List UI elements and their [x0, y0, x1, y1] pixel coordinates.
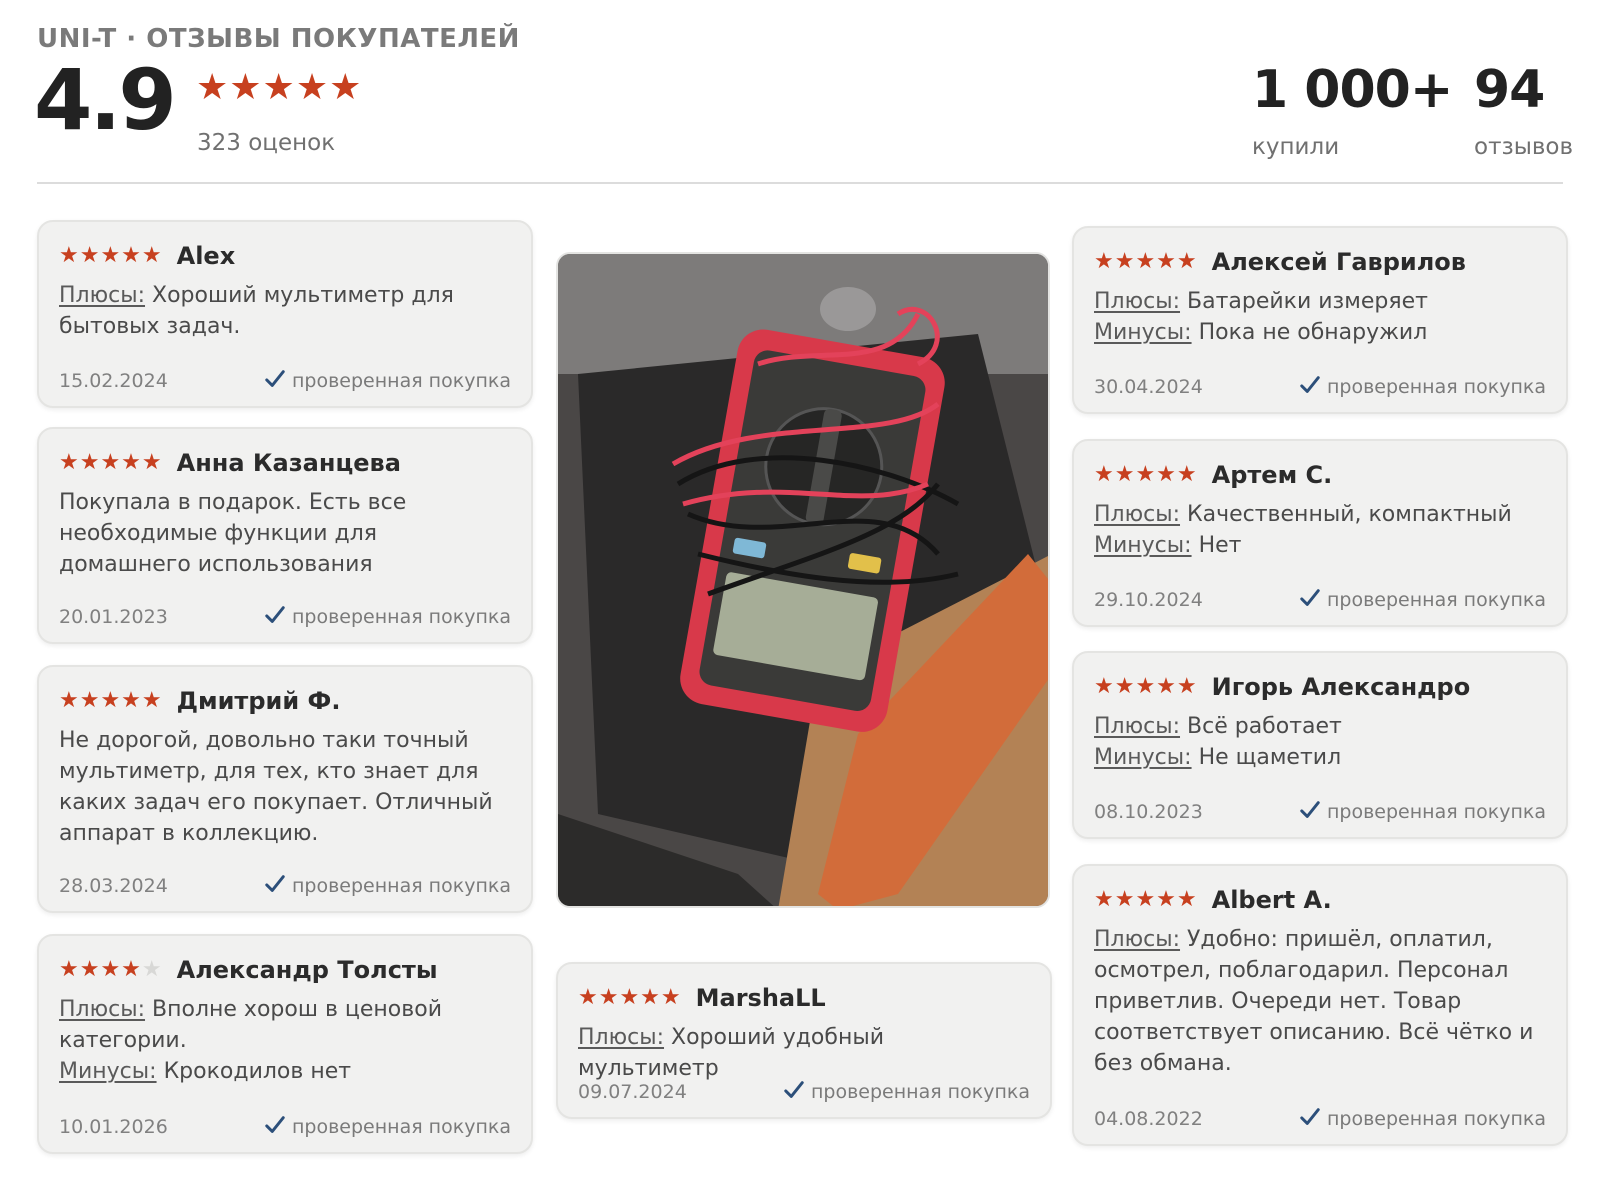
review-author: Albert A.: [1211, 886, 1332, 914]
review-pros: Всё работает: [1187, 714, 1342, 739]
pros-label: Плюсы:: [59, 283, 146, 308]
verified-label: проверенная покупка: [1326, 376, 1546, 398]
stars-off: ★: [141, 957, 163, 982]
review-card: ★★★★★ Игорь Александро Плюсы: Всё работа…: [1072, 651, 1568, 839]
review-card: ★★★★★ Анна Казанцева Покупала в подарок.…: [37, 427, 533, 644]
pros-label: Плюсы:: [1094, 927, 1181, 952]
review-card: ★★★★★ Алексей Гаврилов Плюсы: Батарейки …: [1072, 226, 1568, 414]
review-date: 20.01.2023: [59, 606, 168, 628]
review-date: 28.03.2024: [59, 875, 168, 897]
review-cons: Не щаметил: [1198, 745, 1342, 770]
verified-purchase: проверенная покупка: [1299, 374, 1546, 398]
review-stars: ★★★★★: [578, 985, 682, 1010]
review-card: ★★★★★ Дмитрий Ф. Не дорогой, довольно та…: [37, 665, 533, 913]
review-cons: Нет: [1198, 533, 1242, 558]
pros-label: Плюсы:: [59, 997, 146, 1022]
verified-purchase: проверенная покупка: [1299, 799, 1546, 823]
review-date: 08.10.2023: [1094, 801, 1203, 823]
review-date: 09.07.2024: [578, 1081, 687, 1103]
check-icon: [1300, 1108, 1320, 1125]
verified-label: проверенная покупка: [291, 1116, 511, 1138]
pros-label: Плюсы:: [1094, 502, 1181, 527]
cons-label: Минусы:: [1094, 745, 1192, 770]
verified-purchase: проверенная покупка: [1299, 587, 1546, 611]
ratings-count: 323 оценок: [197, 130, 336, 156]
verified-label: проверенная покупка: [291, 370, 511, 392]
review-date: 30.04.2024: [1094, 376, 1203, 398]
check-icon: [265, 370, 285, 387]
brand-title: UNI-T · ОТЗЫВЫ ПОКУПАТЕЛЕЙ: [37, 24, 520, 54]
verified-purchase: проверенная покупка: [264, 1114, 511, 1138]
review-date: 15.02.2024: [59, 370, 168, 392]
verified-purchase: проверенная покупка: [264, 873, 511, 897]
review-author: Александр Толсты: [176, 956, 438, 984]
review-author: Alex: [176, 242, 236, 270]
check-icon: [784, 1081, 804, 1098]
review-cons: Пока не обнаружил: [1198, 320, 1428, 345]
review-date: 04.08.2022: [1094, 1108, 1203, 1130]
cons-label: Минусы:: [59, 1059, 157, 1084]
review-author: Алексей Гаврилов: [1211, 248, 1466, 276]
check-icon: [1300, 589, 1320, 606]
check-icon: [265, 1116, 285, 1133]
stat-bought-label: купили: [1252, 134, 1340, 160]
review-card: ★★★★★ Albert A. Плюсы: Удобно: пришёл, о…: [1072, 864, 1568, 1146]
review-author: Игорь Александро: [1211, 673, 1471, 701]
review-author: Артем С.: [1211, 461, 1333, 489]
stat-bought-value: 1 000+: [1252, 60, 1453, 120]
review-stars: ★★★★★: [1094, 462, 1198, 487]
check-icon: [265, 875, 285, 892]
review-card: ★★★★★ Артем С. Плюсы: Качественный, комп…: [1072, 439, 1568, 627]
review-pros: Батарейки измеряет: [1187, 289, 1428, 314]
review-date: 10.01.2026: [59, 1116, 168, 1138]
photo-cap: [820, 287, 876, 331]
verified-purchase: проверенная покупка: [1299, 1106, 1546, 1130]
stars-on: ★★★★: [59, 957, 142, 982]
stat-reviews-label: отзывов: [1474, 134, 1574, 160]
review-stars: ★★★★★: [59, 959, 163, 981]
review-date: 29.10.2024: [1094, 589, 1203, 611]
review-stars: ★★★★★: [59, 243, 163, 268]
review-stars: ★★★★★: [59, 688, 163, 713]
header-divider: [37, 182, 1563, 184]
stat-reviews-value: 94: [1474, 60, 1545, 120]
verified-purchase: проверенная покупка: [783, 1079, 1030, 1103]
multimeter-photo[interactable]: [556, 252, 1050, 908]
review-card: ★★★★★ Alex Плюсы: Хороший мультиметр для…: [37, 220, 533, 408]
verified-label: проверенная покупка: [1326, 1108, 1546, 1130]
verified-label: проверенная покупка: [1326, 589, 1546, 611]
check-icon: [265, 606, 285, 623]
review-stars: ★★★★★: [1094, 674, 1198, 699]
verified-purchase: проверенная покупка: [264, 368, 511, 392]
verified-label: проверенная покупка: [810, 1081, 1030, 1103]
review-text: Не дорогой, довольно таки точный мультим…: [59, 728, 493, 846]
review-card: ★★★★★ MarshaLL Плюсы: Хороший удобный му…: [556, 962, 1052, 1119]
cons-label: Минусы:: [1094, 533, 1192, 558]
verified-label: проверенная покупка: [291, 606, 511, 628]
pros-label: Плюсы:: [1094, 714, 1181, 739]
review-text: Покупала в подарок. Есть все необходимые…: [59, 490, 407, 577]
review-author: MarshaLL: [695, 984, 826, 1012]
verified-label: проверенная покупка: [291, 875, 511, 897]
review-stars: ★★★★★: [1094, 249, 1198, 274]
review-author: Анна Казанцева: [176, 449, 401, 477]
average-rating: 4.9: [34, 51, 177, 149]
review-stars: ★★★★★: [59, 450, 163, 475]
verified-label: проверенная покупка: [1326, 801, 1546, 823]
review-stars: ★★★★★: [1094, 887, 1198, 912]
check-icon: [1300, 801, 1320, 818]
pros-label: Плюсы:: [1094, 289, 1181, 314]
stat-reviews: 94 отзывов: [1474, 64, 1573, 160]
cons-label: Минусы:: [1094, 320, 1192, 345]
review-author: Дмитрий Ф.: [176, 687, 341, 715]
check-icon: [1300, 376, 1320, 393]
review-card: ★★★★★ Александр Толсты Плюсы: Вполне хор…: [37, 934, 533, 1154]
pros-label: Плюсы:: [578, 1025, 665, 1050]
verified-purchase: проверенная покупка: [264, 604, 511, 628]
review-cons: Крокодилов нет: [163, 1059, 352, 1084]
stat-bought: 1 000+ купили: [1252, 60, 1453, 160]
review-pros: Качественный, компактный: [1187, 502, 1512, 527]
average-stars: ★★★★★: [196, 67, 363, 108]
